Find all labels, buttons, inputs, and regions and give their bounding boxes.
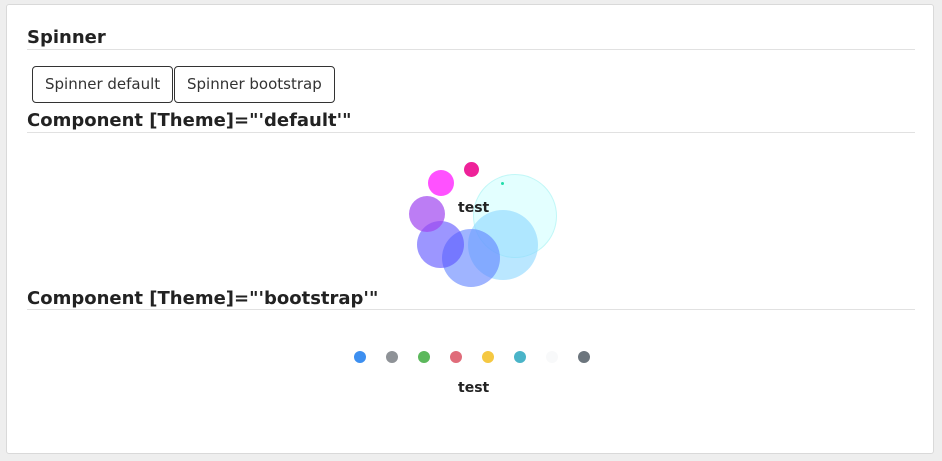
- spinner-dot-light: [546, 351, 558, 363]
- spinner-demo-card: Spinner Spinner default Spinner bootstra…: [6, 4, 934, 454]
- spinner-dot-primary: [354, 351, 366, 363]
- spinner-dot-secondary: [386, 351, 398, 363]
- spinner-dot-success: [418, 351, 430, 363]
- spinner-dot-info: [514, 351, 526, 363]
- spinner-dot-warning: [482, 351, 494, 363]
- spinner-dot-danger: [450, 351, 462, 363]
- spinner-dot-dark: [578, 351, 590, 363]
- bootstrap-spinner-text: test: [458, 380, 490, 396]
- bootstrap-theme-spinner: test: [7, 5, 935, 455]
